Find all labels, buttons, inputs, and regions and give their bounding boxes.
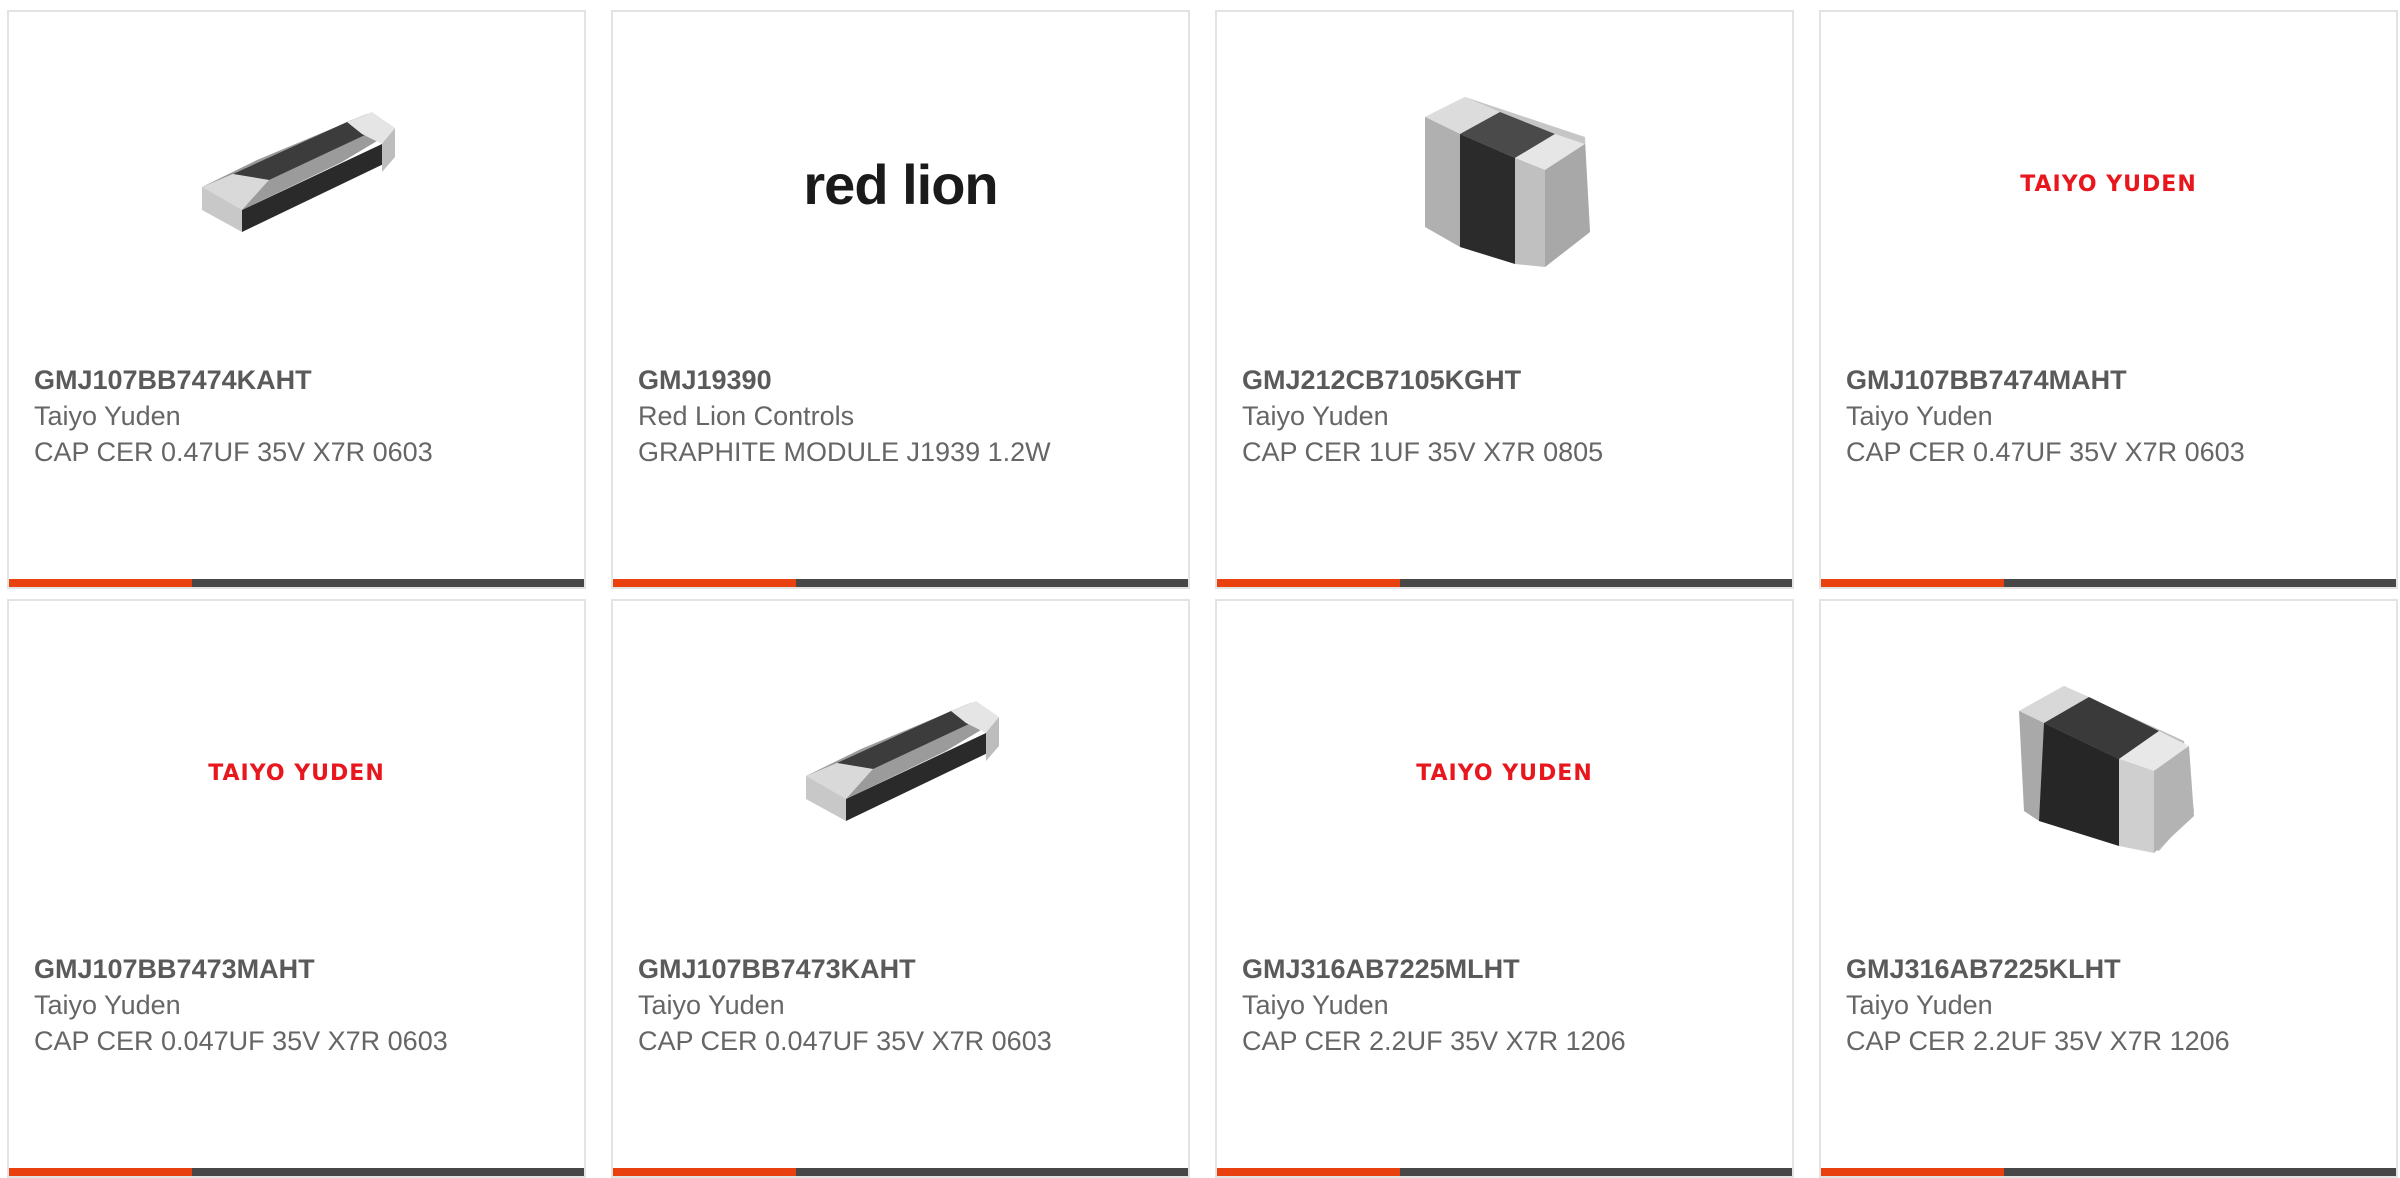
manufacturer: Taiyo Yuden [34,401,181,431]
product-image[interactable] [613,671,1188,876]
manufacturer: Taiyo Yuden [1846,401,1993,431]
product-image[interactable]: TAIYO YUDEN [9,671,584,876]
taiyo-yuden-logo: TAIYO YUDEN [208,761,385,786]
product-image[interactable]: TAIYO YUDEN [1821,82,2396,287]
part-number[interactable]: GMJ107BB7474KAHT [34,362,454,398]
product-card[interactable]: TAIYO YUDEN GMJ107BB7474MAHT Taiyo Yuden… [1819,10,2398,589]
product-image[interactable] [1217,82,1792,287]
product-card[interactable]: GMJ212CB7105KGHT Taiyo Yuden CAP CER 1UF… [1215,10,1794,589]
product-card[interactable]: GMJ107BB7473KAHT Taiyo Yuden CAP CER 0.0… [611,599,1190,1178]
card-bar [9,579,584,587]
part-number[interactable]: GMJ316AB7225KLHT [1846,951,2266,987]
capacitor-chip-icon [201,112,395,232]
product-card[interactable]: TAIYO YUDEN GMJ316AB7225MLHT Taiyo Yuden… [1215,599,1794,1178]
taiyo-yuden-logo: TAIYO YUDEN [1416,761,1593,786]
product-image[interactable] [1821,671,2396,876]
part-number[interactable]: GMJ19390 [638,362,1058,398]
card-bar-accent [1821,579,2004,587]
card-bar-accent [1821,1168,2004,1176]
product-image[interactable] [9,82,584,287]
taiyo-yuden-logo: TAIYO YUDEN [2020,172,2197,197]
description: CAP CER 2.2UF 35V X7R 1206 [1242,1026,1626,1056]
card-bar [613,579,1188,587]
manufacturer: Red Lion Controls [638,401,855,431]
card-bar [1821,579,2396,587]
card-bar [9,1168,584,1176]
product-image[interactable]: TAIYO YUDEN [1217,671,1792,876]
product-card[interactable]: GMJ107BB7474KAHT Taiyo Yuden CAP CER 0.4… [7,10,586,589]
manufacturer: Taiyo Yuden [1242,990,1389,1020]
description: GRAPHITE MODULE J1939 1.2W [638,437,1051,467]
product-card[interactable]: GMJ316AB7225KLHT Taiyo Yuden CAP CER 2.2… [1819,599,2398,1178]
card-bar [613,1168,1188,1176]
part-number[interactable]: GMJ107BB7473KAHT [638,951,1058,987]
product-card[interactable]: red lion GMJ19390 Red Lion Controls GRAP… [611,10,1190,589]
product-grid: GMJ107BB7474KAHT Taiyo Yuden CAP CER 0.4… [0,0,2400,1178]
description: CAP CER 0.047UF 35V X7R 0603 [34,1026,448,1056]
card-bar-accent [613,1168,796,1176]
description: CAP CER 2.2UF 35V X7R 1206 [1846,1026,2230,1056]
card-bar [1821,1168,2396,1176]
manufacturer: Taiyo Yuden [638,990,785,1020]
description: CAP CER 0.047UF 35V X7R 0603 [638,1026,1052,1056]
part-number[interactable]: GMJ107BB7473MAHT [34,951,454,987]
capacitor-chip-icon [1424,97,1590,267]
card-bar-accent [1217,579,1400,587]
capacitor-chip-icon [805,701,999,821]
red-lion-logo: red lion [803,153,998,216]
part-number[interactable]: GMJ107BB7474MAHT [1846,362,2266,398]
product-image[interactable]: red lion [613,82,1188,287]
card-bar-accent [9,579,192,587]
manufacturer: Taiyo Yuden [1846,990,1993,1020]
part-number[interactable]: GMJ212CB7105KGHT [1242,362,1662,398]
card-bar-accent [1217,1168,1400,1176]
card-bar [1217,579,1792,587]
part-number[interactable]: GMJ316AB7225MLHT [1242,951,1662,987]
product-card[interactable]: TAIYO YUDEN GMJ107BB7473MAHT Taiyo Yuden… [7,599,586,1178]
description: CAP CER 1UF 35V X7R 0805 [1242,437,1604,467]
card-bar-accent [613,579,796,587]
description: CAP CER 0.47UF 35V X7R 0603 [1846,437,2245,467]
card-bar-accent [9,1168,192,1176]
card-bar [1217,1168,1792,1176]
capacitor-chip-icon [2018,686,2194,853]
description: CAP CER 0.47UF 35V X7R 0603 [34,437,433,467]
manufacturer: Taiyo Yuden [34,990,181,1020]
manufacturer: Taiyo Yuden [1242,401,1389,431]
